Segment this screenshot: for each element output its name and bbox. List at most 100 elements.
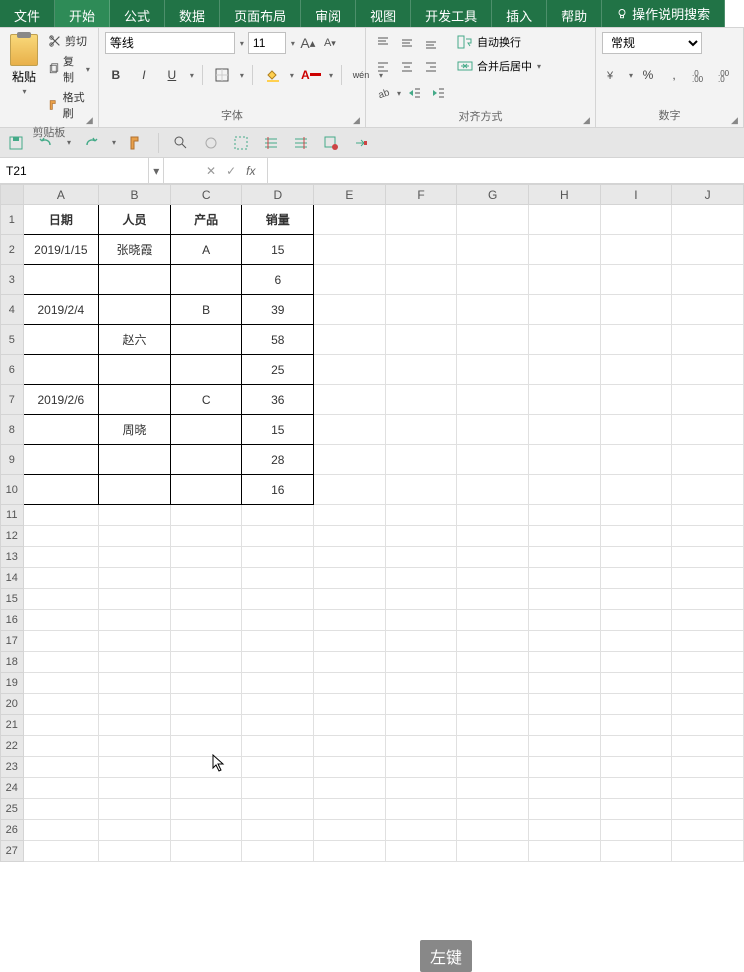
cell[interactable] [457,325,529,355]
cell[interactable] [457,415,529,445]
cell[interactable] [672,205,744,235]
cell[interactable] [99,526,171,547]
fx-button[interactable]: fx [246,164,255,178]
cell[interactable] [385,694,457,715]
row-header[interactable]: 14 [1,568,24,589]
row-header[interactable]: 16 [1,610,24,631]
cell[interactable] [457,445,529,475]
cell[interactable] [99,475,171,505]
cell[interactable] [170,589,242,610]
cell[interactable] [385,799,457,820]
cell[interactable]: B [170,295,242,325]
cell[interactable] [242,757,314,778]
cell[interactable] [385,475,457,505]
cell[interactable] [23,325,99,355]
cell[interactable] [457,652,529,673]
enter-formula-button[interactable]: ✓ [226,164,236,178]
cell[interactable] [672,355,744,385]
cell[interactable] [385,631,457,652]
cell[interactable] [600,205,672,235]
cell[interactable] [242,631,314,652]
cell[interactable] [99,385,171,415]
cell[interactable] [99,715,171,736]
row-header[interactable]: 3 [1,265,24,295]
cell[interactable] [170,631,242,652]
cell[interactable] [385,841,457,862]
cell[interactable]: 2019/1/15 [23,235,99,265]
row-header[interactable]: 5 [1,325,24,355]
cell[interactable] [314,820,386,841]
cell[interactable] [170,445,242,475]
cell[interactable] [600,757,672,778]
cell[interactable] [385,355,457,385]
cell[interactable] [99,799,171,820]
col-header[interactable]: J [672,185,744,205]
menu-home[interactable]: 开始 [55,0,110,27]
dialog-launcher-icon[interactable]: ◢ [731,115,741,125]
cell[interactable] [23,265,99,295]
dialog-launcher-icon[interactable]: ◢ [86,115,96,125]
cell[interactable] [99,568,171,589]
cell[interactable] [314,757,386,778]
cell[interactable] [385,265,457,295]
cell[interactable] [385,547,457,568]
cell[interactable] [672,820,744,841]
cell[interactable] [600,568,672,589]
cell[interactable] [314,778,386,799]
cell[interactable] [528,694,600,715]
menu-insert[interactable]: 插入 [492,0,547,27]
font-name-select[interactable]: 等线 [105,32,235,54]
cell[interactable] [528,445,600,475]
cell[interactable] [528,235,600,265]
orientation-button[interactable]: ab [372,82,394,104]
cell[interactable] [99,736,171,757]
wrap-text-button[interactable]: 自动换行 [453,32,545,52]
cell[interactable] [99,631,171,652]
row-header[interactable]: 24 [1,778,24,799]
cell[interactable]: 36 [242,385,314,415]
cell[interactable] [600,265,672,295]
cell[interactable] [23,475,99,505]
cell[interactable] [170,778,242,799]
cell[interactable] [672,799,744,820]
align-center-button[interactable] [396,56,418,78]
cell[interactable]: 6 [242,265,314,295]
cell[interactable] [314,673,386,694]
cell[interactable] [314,631,386,652]
cell[interactable] [314,715,386,736]
row-header[interactable]: 2 [1,235,24,265]
cell[interactable]: 58 [242,325,314,355]
cell[interactable] [600,841,672,862]
cell[interactable] [672,235,744,265]
cell[interactable] [600,694,672,715]
cell[interactable] [170,547,242,568]
cell[interactable] [242,799,314,820]
underline-button[interactable]: U [161,64,183,86]
cell[interactable] [170,355,242,385]
cell[interactable] [600,547,672,568]
cell[interactable] [99,778,171,799]
cell[interactable] [457,736,529,757]
cell[interactable] [600,355,672,385]
cell[interactable] [170,325,242,355]
row-header[interactable]: 25 [1,799,24,820]
cell[interactable] [600,631,672,652]
cell[interactable] [457,631,529,652]
menu-help[interactable]: 帮助 [547,0,602,27]
cell[interactable] [314,505,386,526]
cell[interactable] [242,547,314,568]
cell[interactable] [600,325,672,355]
row-header[interactable]: 17 [1,631,24,652]
cell[interactable] [314,445,386,475]
row-header[interactable]: 23 [1,757,24,778]
cell[interactable]: 张晓霞 [99,235,171,265]
cell[interactable] [457,205,529,235]
cell[interactable] [385,778,457,799]
cell[interactable] [457,610,529,631]
cell[interactable] [457,841,529,862]
cell[interactable] [314,652,386,673]
row-header[interactable]: 9 [1,445,24,475]
menu-view[interactable]: 视图 [356,0,411,27]
col-header[interactable]: A [23,185,99,205]
align-middle-button[interactable] [396,32,418,54]
